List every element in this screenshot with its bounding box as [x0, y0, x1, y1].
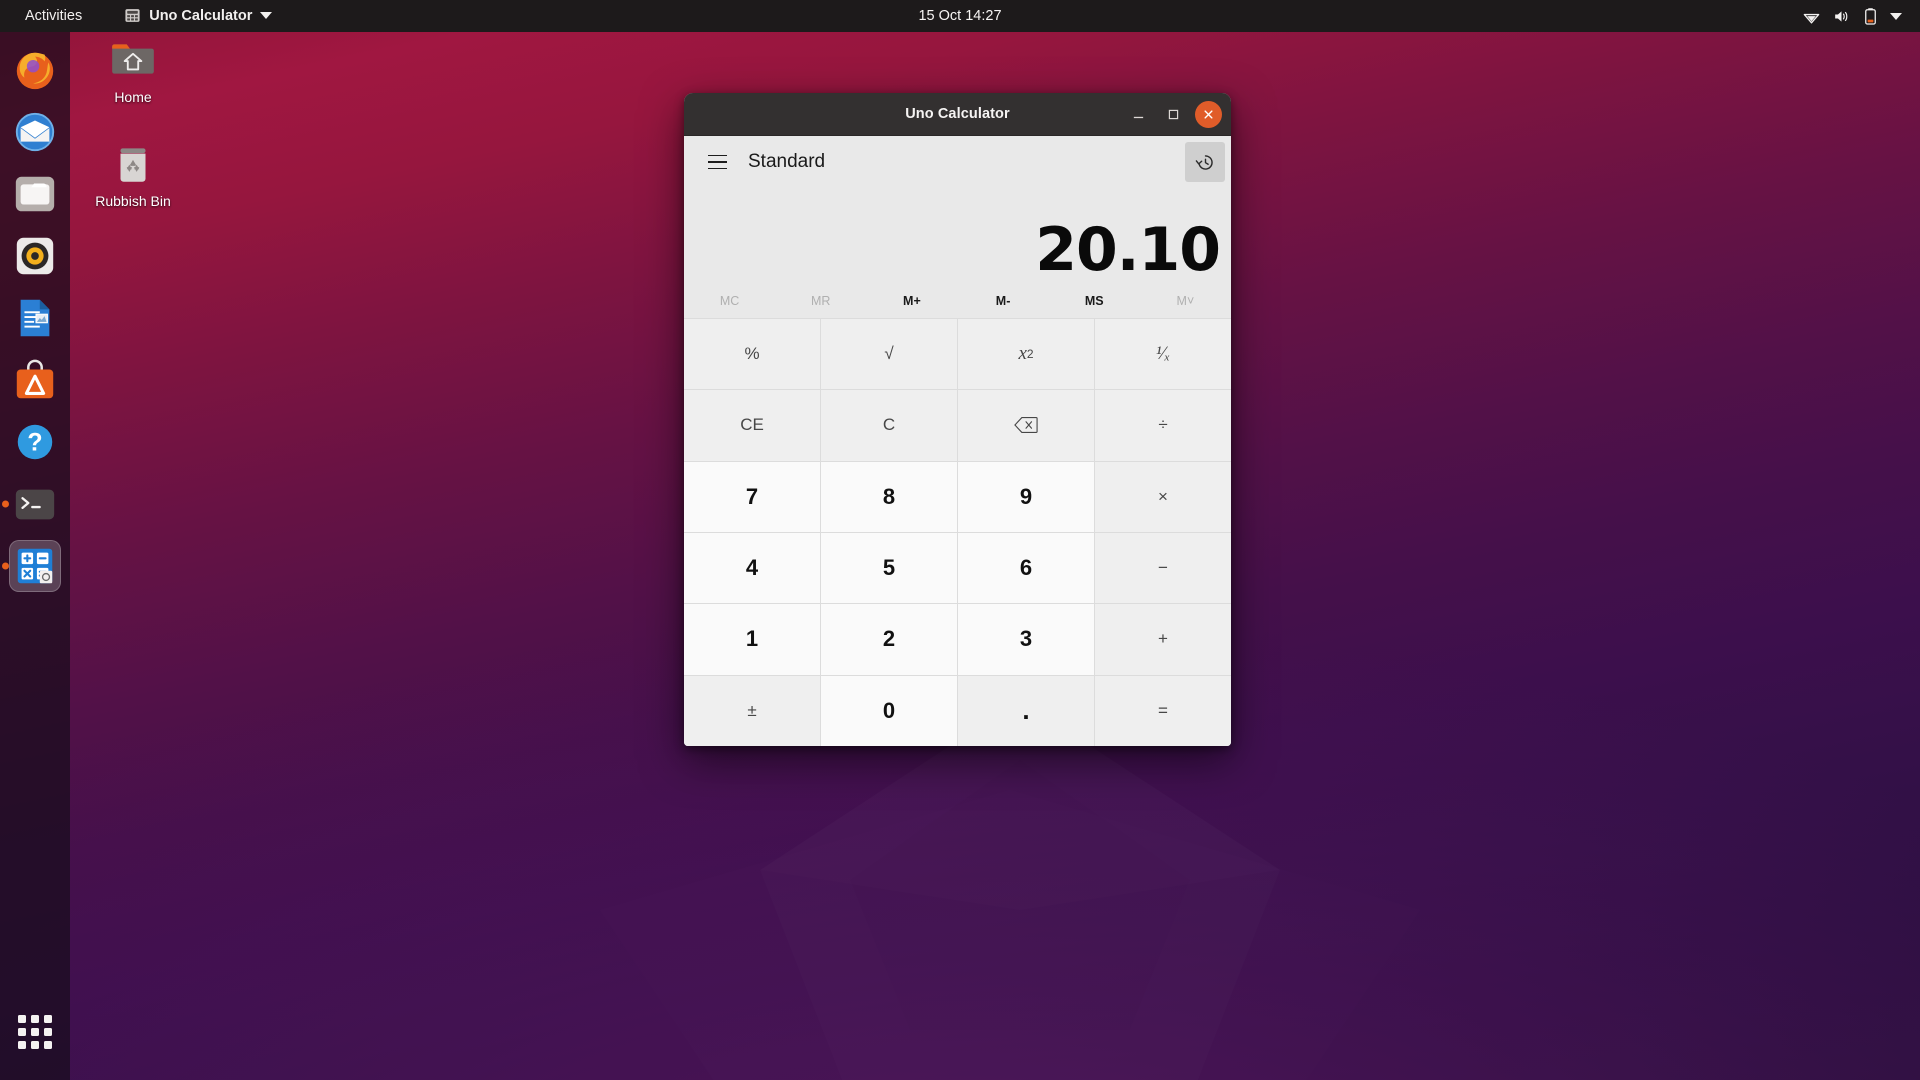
equals-button[interactable]: =: [1095, 675, 1231, 746]
thunderbird-icon: [15, 112, 55, 152]
digit-8-button[interactable]: 8: [821, 461, 957, 532]
calculator-header: Standard: [684, 136, 1231, 188]
dock: ?: [0, 32, 70, 1080]
rhythmbox-icon: [16, 237, 54, 275]
wallpaper-polygon-decoration-2: [600, 790, 1420, 1080]
memory-button-row: MC MR M+ M- MS M˅: [684, 284, 1231, 318]
dock-item-libreoffice-writer[interactable]: [9, 292, 61, 344]
square-exponent: 2: [1026, 347, 1034, 362]
dock-item-files[interactable]: [9, 168, 61, 220]
volume-icon: [1835, 10, 1848, 22]
activities-button[interactable]: Activities: [16, 5, 91, 28]
backspace-icon: [1014, 417, 1038, 434]
close-icon: [1204, 110, 1213, 119]
memory-list-button[interactable]: M˅: [1140, 294, 1231, 308]
home-folder-icon: [112, 44, 154, 74]
desktop-icon-label: Rubbish Bin: [95, 193, 171, 209]
terminal-icon: [15, 489, 55, 520]
minimize-button[interactable]: [1125, 101, 1152, 128]
files-icon: [15, 176, 55, 212]
calculator-icon: [125, 9, 140, 22]
window-titlebar[interactable]: Uno Calculator: [684, 93, 1231, 136]
sign-toggle-button[interactable]: ±: [684, 675, 820, 746]
window-title: Uno Calculator: [905, 106, 1010, 122]
battery-icon: [1865, 7, 1876, 25]
firefox-icon: [16, 52, 54, 90]
decimal-point-button[interactable]: .: [958, 675, 1094, 746]
digit-3-button[interactable]: 3: [958, 604, 1094, 675]
app-menu-button[interactable]: Uno Calculator: [117, 4, 279, 28]
top-panel: Activities Uno Calculator 15 Oct 14:27: [0, 0, 1920, 32]
digit-1-button[interactable]: 1: [684, 604, 820, 675]
dock-item-help[interactable]: ?: [9, 416, 61, 468]
digit-6-button[interactable]: 6: [958, 533, 1094, 604]
memory-clear-button[interactable]: MC: [684, 294, 775, 308]
digit-4-button[interactable]: 4: [684, 533, 820, 604]
memory-subtract-button[interactable]: M-: [957, 294, 1048, 308]
wifi-icon: [1803, 13, 1820, 24]
rubbish-bin-icon: [120, 148, 146, 182]
minimize-icon: [1133, 116, 1144, 119]
close-button[interactable]: [1195, 101, 1222, 128]
history-button[interactable]: [1185, 142, 1225, 182]
calculator-icon: [17, 548, 53, 584]
digit-7-button[interactable]: 7: [684, 461, 820, 532]
backspace-button[interactable]: [958, 390, 1094, 461]
memory-recall-button[interactable]: MR: [775, 294, 866, 308]
help-icon: ?: [17, 424, 53, 460]
multiply-button[interactable]: ×: [1095, 461, 1231, 532]
system-tray[interactable]: [1796, 0, 1908, 32]
digit-9-button[interactable]: 9: [958, 461, 1094, 532]
window-controls: [1125, 93, 1222, 136]
hamburger-menu-icon[interactable]: [700, 145, 734, 179]
maximize-button[interactable]: [1160, 101, 1187, 128]
digit-5-button[interactable]: 5: [821, 533, 957, 604]
desktop-icon-label: Home: [114, 89, 152, 105]
square-button[interactable]: x2: [958, 319, 1094, 390]
ubuntu-software-icon: [16, 359, 54, 399]
percent-button[interactable]: %: [684, 319, 820, 390]
add-button[interactable]: +: [1095, 604, 1231, 675]
reciprocal-button[interactable]: ¹⁄ₓ: [1095, 319, 1231, 390]
clear-entry-button[interactable]: CE: [684, 390, 820, 461]
libreoffice-writer-icon: [20, 299, 50, 337]
memory-add-button[interactable]: M+: [866, 294, 957, 308]
clock[interactable]: 15 Oct 14:27: [910, 5, 1009, 28]
svg-text:?: ?: [27, 429, 42, 457]
desktop-icon-home[interactable]: Home: [81, 34, 185, 105]
reciprocal-label: ¹⁄ₓ: [1155, 343, 1171, 365]
dock-item-firefox[interactable]: [9, 44, 61, 96]
dock-item-ubuntu-software[interactable]: [9, 354, 61, 406]
display-value: 20.10: [1035, 215, 1221, 285]
chevron-down-icon: [260, 12, 273, 19]
digit-0-button[interactable]: 0: [821, 675, 957, 746]
square-root-button[interactable]: √: [821, 319, 957, 390]
chevron-down-icon: [1890, 12, 1902, 20]
apps-grid-icon: [18, 1015, 52, 1049]
dock-item-thunderbird[interactable]: [9, 106, 61, 158]
digit-2-button[interactable]: 2: [821, 604, 957, 675]
square-label: x: [1018, 343, 1027, 365]
maximize-icon: [1168, 109, 1179, 120]
desktop-icon-rubbish-bin[interactable]: Rubbish Bin: [81, 138, 185, 209]
app-menu-label: Uno Calculator: [149, 7, 253, 24]
calculator-keypad: % √ x2 ¹⁄ₓ CE C ÷ 7 8 9 × 4 5 6 − 1 2 3 …: [684, 318, 1231, 746]
dock-item-rhythmbox[interactable]: [9, 230, 61, 282]
divide-button[interactable]: ÷: [1095, 390, 1231, 461]
dock-item-uno-calculator[interactable]: [9, 540, 61, 592]
calculator-display[interactable]: 20.10: [684, 188, 1231, 284]
subtract-button[interactable]: −: [1095, 533, 1231, 604]
show-applications-button[interactable]: [9, 1006, 61, 1058]
clear-button[interactable]: C: [821, 390, 957, 461]
calculator-mode-title: Standard: [748, 151, 826, 172]
uno-calculator-window: Uno Calculator Standard 20.10 MC MR M+ M…: [684, 93, 1231, 746]
dock-item-terminal[interactable]: [9, 478, 61, 530]
memory-store-button[interactable]: MS: [1049, 294, 1140, 308]
history-icon: [1195, 154, 1213, 170]
